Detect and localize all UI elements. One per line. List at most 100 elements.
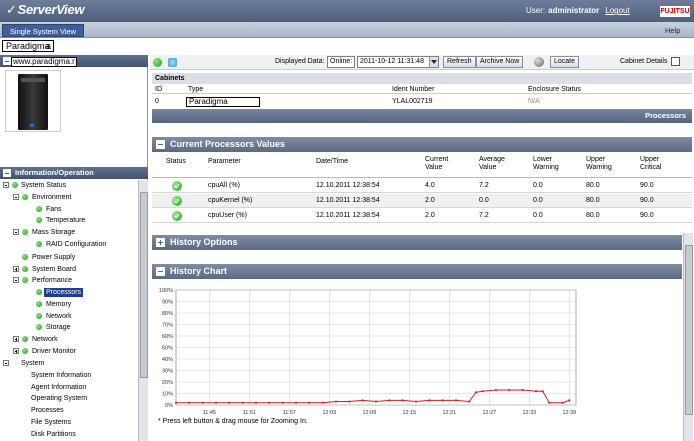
data-point bbox=[541, 390, 544, 393]
data-point bbox=[254, 401, 258, 404]
tree-item-mass-storage[interactable]: Mass Storage bbox=[32, 228, 75, 237]
data-point bbox=[294, 401, 298, 404]
collapse-icon[interactable] bbox=[156, 140, 165, 149]
status-ok-icon bbox=[22, 277, 28, 283]
table-row[interactable]: cpuKernel (%) 12.10.2011 12:38:54 2.0 0.… bbox=[152, 194, 692, 208]
collapse-icon[interactable] bbox=[671, 57, 680, 66]
tree-item-processes[interactable]: Processes bbox=[31, 406, 64, 415]
tree-item-driver-monitor[interactable]: Driver Monitor bbox=[32, 347, 76, 356]
system-name-tail: a bbox=[46, 41, 52, 51]
scroll-thumb[interactable] bbox=[685, 245, 693, 415]
history-chart[interactable]: 0% 10% 20% 30% 40% 50% 60% 70% 80% 90% 100% 11:45 11… bbox=[152, 281, 682, 441]
tree-item-power-supply[interactable]: Power Supply bbox=[32, 253, 75, 262]
tree-expander[interactable] bbox=[13, 277, 19, 283]
data-point bbox=[568, 399, 571, 402]
status-ok-icon bbox=[36, 301, 42, 307]
data-point bbox=[534, 390, 538, 393]
tree-item-network-perf[interactable]: Network bbox=[46, 312, 72, 321]
help-link[interactable]: Help bbox=[665, 26, 680, 35]
x-tick-label: 11:51 bbox=[243, 410, 256, 416]
tree-expander[interactable] bbox=[13, 348, 19, 354]
data-point bbox=[548, 401, 551, 404]
toolbar: Displayed Data: Online: 2011-10-12 11:31… bbox=[150, 55, 694, 70]
y-tick-label: 80% bbox=[162, 311, 173, 317]
tab-single-system-view[interactable]: Single System View bbox=[2, 24, 84, 37]
chevron-down-icon[interactable] bbox=[429, 57, 438, 67]
expand-icon[interactable] bbox=[156, 238, 165, 247]
x-tick-label: 12:15 bbox=[402, 410, 416, 416]
main-scrollbar[interactable] bbox=[683, 233, 693, 441]
status-ok-icon bbox=[172, 211, 182, 221]
tree-item-system[interactable]: System bbox=[21, 359, 44, 368]
status-ok-icon bbox=[36, 217, 42, 223]
x-tick-label: 12:09 bbox=[362, 410, 376, 416]
status-ok-icon bbox=[36, 241, 42, 247]
data-point bbox=[474, 391, 478, 394]
tree-expander[interactable] bbox=[3, 182, 9, 188]
tree-expander[interactable] bbox=[13, 229, 19, 235]
chart-zoom-note: * Press left button & drag mouse for Zoo… bbox=[158, 418, 308, 425]
tree-item-performance[interactable]: Performance bbox=[32, 276, 72, 285]
serverview-logo: ✓ServerView bbox=[6, 2, 85, 17]
table-row[interactable]: cpuUser (%) 12.10.2011 12:38:54 2.0 7.2 … bbox=[152, 209, 692, 223]
status-ok-icon bbox=[36, 324, 42, 330]
server-header[interactable]: www.paradigma.r bbox=[0, 55, 148, 67]
table-row[interactable]: cpuAll (%) 12.10.2011 12:38:54 4.0 7.2 0… bbox=[152, 179, 692, 193]
tree-item-operating-system[interactable]: Operating System bbox=[31, 394, 87, 403]
tree-item-memory[interactable]: Memory bbox=[46, 300, 71, 309]
tree-item-disk-partitions[interactable]: Disk Partitions bbox=[31, 430, 76, 439]
tree-item-system-status[interactable]: System Status bbox=[21, 181, 66, 190]
server-image bbox=[5, 70, 61, 132]
y-tick-label: 100% bbox=[159, 288, 173, 294]
collapse-icon[interactable] bbox=[3, 169, 11, 177]
history-chart-header[interactable]: History Chart bbox=[152, 264, 682, 279]
tree-item-system-board[interactable]: System Board bbox=[32, 265, 76, 274]
alarm-bell-icon[interactable] bbox=[168, 58, 177, 67]
refresh-button[interactable]: Refresh bbox=[443, 56, 476, 68]
user-info: User: administrator Logout bbox=[526, 6, 630, 15]
scroll-thumb[interactable] bbox=[140, 192, 148, 378]
tree-item-temperature[interactable]: Temperature bbox=[46, 216, 85, 225]
data-point bbox=[348, 400, 351, 403]
tree-item-processors[interactable]: Processors bbox=[44, 288, 84, 297]
tree-item-agent-information[interactable]: Agent Information bbox=[31, 383, 86, 392]
tree-item-raid-configuration[interactable]: RAID Configuration bbox=[46, 240, 106, 249]
table-header: Status Parameter Date/Time Current Value… bbox=[152, 154, 692, 178]
cabinet-row[interactable]: 0 Paradigma YLAL002719 N/A bbox=[152, 95, 692, 108]
displayed-data-label: Displayed Data: bbox=[275, 58, 325, 65]
tree-item-fans[interactable]: Fans bbox=[46, 205, 62, 214]
mode-select[interactable]: Online: bbox=[327, 56, 355, 68]
data-point bbox=[428, 399, 431, 402]
data-point bbox=[281, 401, 284, 404]
datetime-select[interactable]: 2011-10-12 11:31:48 bbox=[357, 56, 439, 68]
data-point bbox=[414, 400, 418, 403]
tree-item-system-information[interactable]: System Information bbox=[31, 371, 91, 380]
tree-item-storage[interactable]: Storage bbox=[46, 323, 71, 332]
status-ok-icon bbox=[22, 229, 28, 235]
x-tick-label: 12:39 bbox=[562, 410, 576, 416]
archive-now-button[interactable]: Archive Now bbox=[476, 56, 524, 68]
history-chart-svg[interactable]: 0% 10% 20% 30% 40% 50% 60% 70% 80% 90% 100% 11:45 11… bbox=[152, 281, 582, 421]
tree-item-file-systems[interactable]: File Systems bbox=[31, 418, 71, 427]
data-point bbox=[508, 388, 511, 392]
tree-expander[interactable] bbox=[13, 266, 19, 272]
collapse-icon[interactable] bbox=[3, 57, 11, 65]
history-options-header[interactable]: History Options bbox=[152, 235, 682, 250]
logout-link[interactable]: Logout bbox=[605, 6, 629, 15]
locate-button[interactable]: Locate bbox=[550, 56, 580, 68]
tree-expander[interactable] bbox=[3, 360, 9, 366]
tree-expander[interactable] bbox=[13, 194, 19, 200]
status-ok-icon bbox=[22, 266, 28, 272]
current-values-header[interactable]: Current Processors Values bbox=[152, 137, 692, 152]
tree-expander[interactable] bbox=[13, 336, 19, 342]
user-name: administrator bbox=[548, 6, 600, 15]
left-scrollbar[interactable] bbox=[138, 180, 148, 441]
x-tick-label: 11:57 bbox=[283, 410, 296, 416]
status-ok-icon bbox=[172, 196, 182, 206]
collapse-icon[interactable] bbox=[156, 267, 165, 276]
tree-item-environment[interactable]: Environment bbox=[32, 193, 71, 202]
info-operation-header[interactable]: Information/Operation bbox=[0, 167, 148, 179]
status-ok-icon bbox=[36, 313, 42, 319]
tree-item-network[interactable]: Network bbox=[32, 335, 58, 344]
data-point bbox=[481, 390, 484, 393]
